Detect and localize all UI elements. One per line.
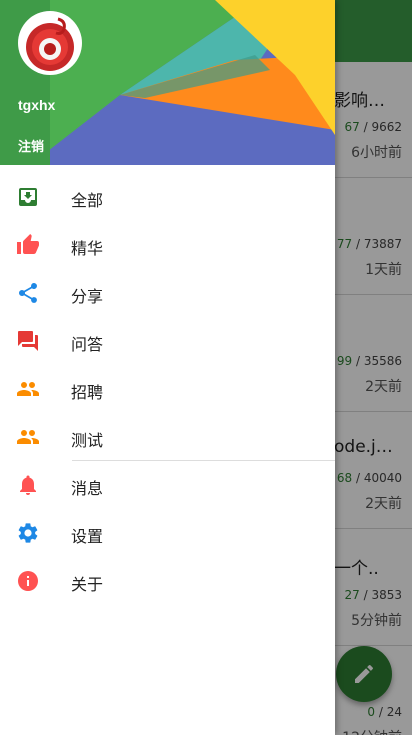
menu-item-messages[interactable]: 消息 bbox=[0, 461, 335, 509]
menu-item-job[interactable]: 招聘 bbox=[0, 365, 335, 413]
logout-button[interactable]: 注销 bbox=[18, 136, 44, 155]
menu-item-ask[interactable]: 问答 bbox=[0, 317, 335, 365]
gear-icon bbox=[18, 523, 38, 543]
user-avatar[interactable] bbox=[18, 11, 82, 75]
menu-item-all[interactable]: 全部 bbox=[0, 173, 335, 221]
forum-icon bbox=[18, 331, 38, 351]
avatar-image bbox=[19, 12, 81, 74]
menu-item-label: 关于 bbox=[71, 575, 104, 594]
drawer-header: tgxhx 注销 bbox=[0, 0, 335, 165]
info-icon bbox=[18, 571, 38, 591]
thumb-up-icon bbox=[17, 234, 39, 254]
menu-item-label: 分享 bbox=[71, 287, 104, 306]
menu-item-label: 全部 bbox=[71, 191, 104, 210]
menu-item-test[interactable]: 测试 bbox=[0, 413, 335, 461]
bell-icon bbox=[20, 475, 36, 495]
drawer-menu: 全部 精华 分享 问答 招聘 测试 消息 设置 关于 bbox=[0, 173, 335, 605]
share-icon bbox=[18, 282, 37, 303]
inbox-download-icon bbox=[19, 188, 37, 206]
navigation-drawer: tgxhx 注销 全部 精华 分享 问答 招聘 测试 消息 设置 关于 bbox=[0, 0, 335, 735]
menu-item-share[interactable]: 分享 bbox=[0, 269, 335, 317]
menu-item-good[interactable]: 精华 bbox=[0, 221, 335, 269]
people-icon bbox=[17, 382, 39, 396]
menu-item-label: 问答 bbox=[71, 335, 104, 354]
menu-item-about[interactable]: 关于 bbox=[0, 557, 335, 605]
menu-item-label: 精华 bbox=[71, 239, 104, 258]
menu-item-settings[interactable]: 设置 bbox=[0, 509, 335, 557]
people-icon bbox=[17, 430, 39, 444]
menu-item-label: 招聘 bbox=[71, 383, 104, 402]
username: tgxhx bbox=[18, 97, 56, 113]
menu-item-label: 测试 bbox=[71, 431, 104, 450]
menu-item-label: 设置 bbox=[71, 527, 104, 546]
menu-item-label: 消息 bbox=[71, 479, 104, 498]
